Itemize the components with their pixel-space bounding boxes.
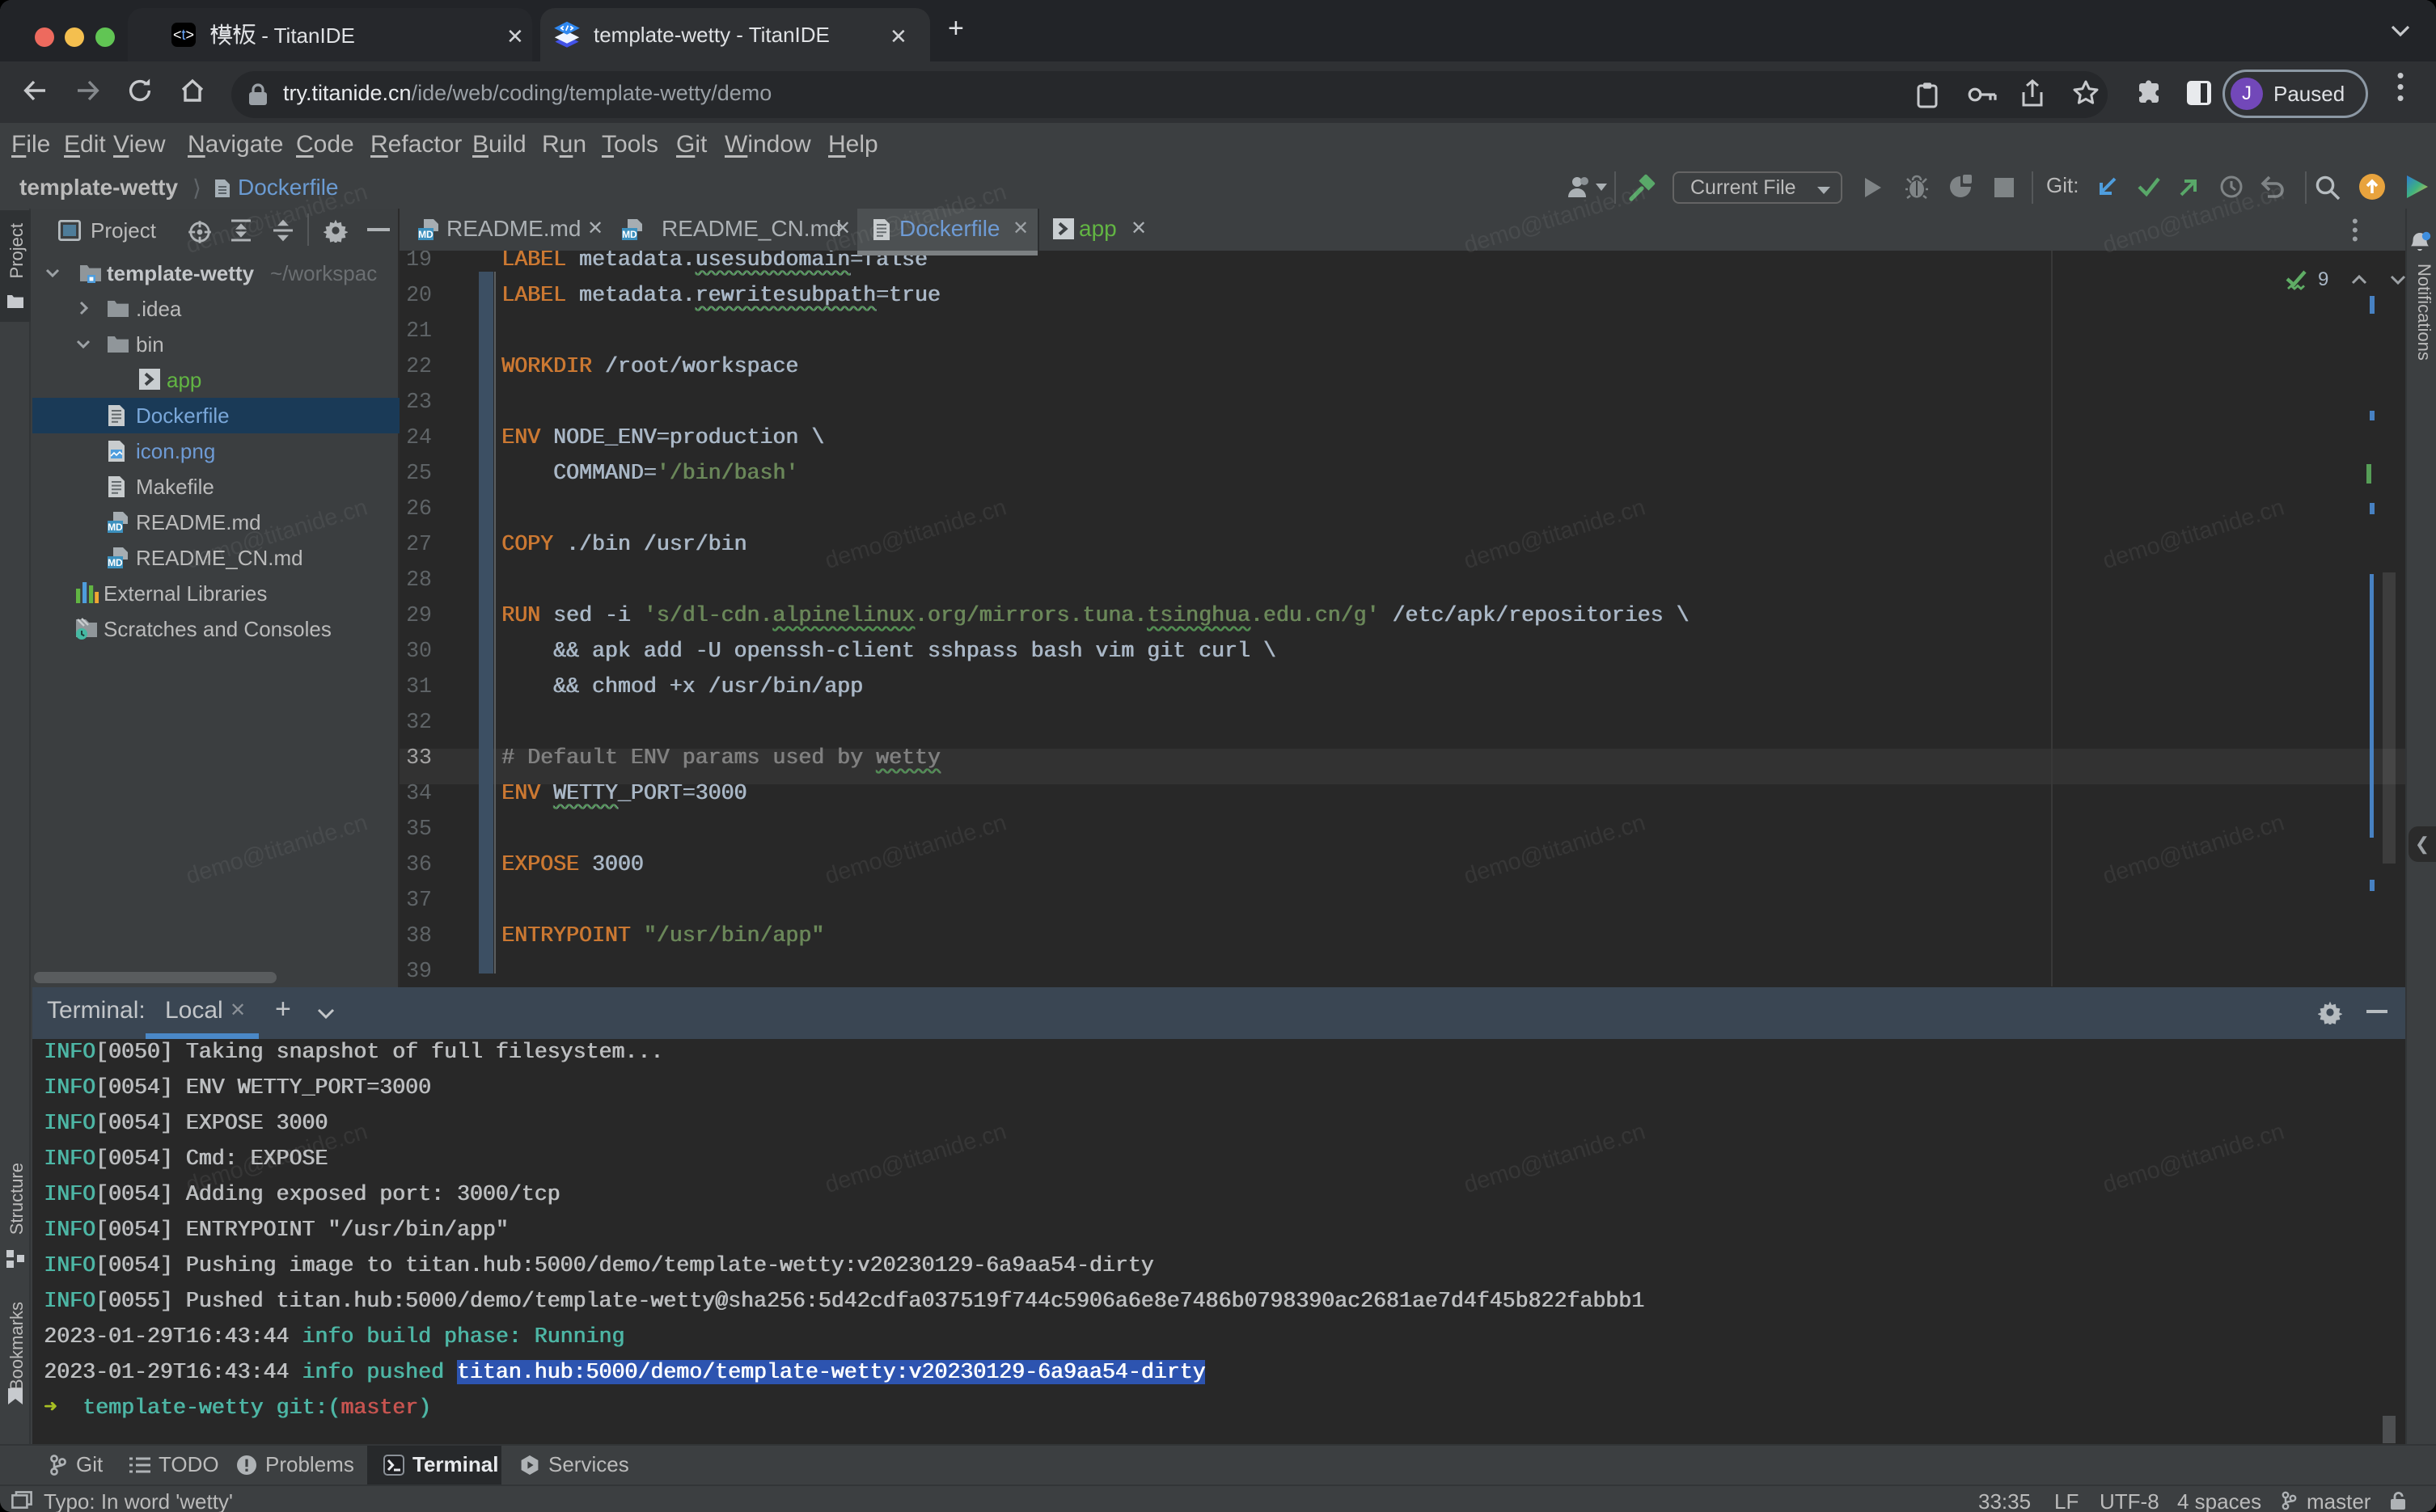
svg-text:MD: MD	[418, 229, 433, 240]
svg-text:MD: MD	[108, 522, 123, 533]
svg-text:MD: MD	[622, 229, 637, 240]
svg-text:MD: MD	[108, 557, 123, 568]
